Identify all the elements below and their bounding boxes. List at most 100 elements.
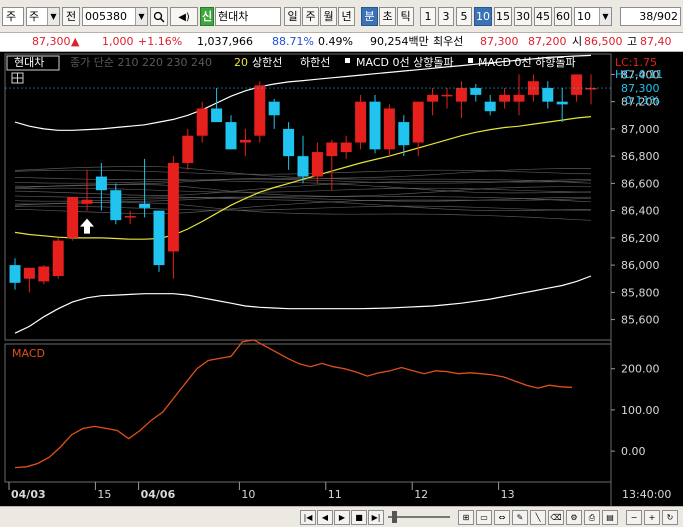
- chart-scrollbar[interactable]: |◀ ◀ ▶ ■ ▶| ⊞ ▭ ⇔ ✎ ╲ ⌫ ⚙ ⎙ ▤ − + ↻: [0, 506, 683, 527]
- candle-body[interactable]: [427, 94, 439, 102]
- candle-body[interactable]: [268, 101, 280, 116]
- layout-button[interactable]: ▭: [476, 510, 492, 525]
- candle-body[interactable]: [211, 108, 223, 123]
- save-button[interactable]: ▤: [602, 510, 618, 525]
- candle-body[interactable]: [38, 266, 50, 282]
- stock-name-field[interactable]: 현대차: [215, 7, 281, 26]
- candle-body[interactable]: [513, 94, 525, 102]
- candle-body[interactable]: [182, 135, 194, 163]
- candle-body[interactable]: [52, 240, 64, 276]
- new-badge[interactable]: 신: [200, 7, 214, 26]
- zoom-out-button[interactable]: −: [626, 510, 642, 525]
- chevron-down-icon[interactable]: ▼: [599, 8, 611, 25]
- interval-value-input[interactable]: 10 ▼: [574, 7, 612, 26]
- turnover-percent: 0.49%: [318, 35, 353, 48]
- stock-code-value: 005380: [85, 10, 127, 23]
- candle-body[interactable]: [124, 216, 136, 218]
- fit-button[interactable]: ⇔: [494, 510, 510, 525]
- market-select[interactable]: 주 ▼: [26, 7, 60, 26]
- tab-period-year[interactable]: 년: [338, 7, 355, 26]
- interval-5[interactable]: 5: [456, 7, 472, 26]
- eraser-button[interactable]: ⌫: [548, 510, 564, 525]
- candle-body[interactable]: [571, 74, 583, 95]
- tab-period-tick[interactable]: 틱: [397, 7, 414, 26]
- reset-view-button[interactable]: ↻: [662, 510, 678, 525]
- print-button[interactable]: ⎙: [584, 510, 600, 525]
- candle-body[interactable]: [340, 142, 352, 153]
- candle-body[interactable]: [383, 108, 395, 150]
- period-button[interactable]: 전: [62, 7, 80, 26]
- candle-body[interactable]: [139, 203, 151, 208]
- scroll-first-button[interactable]: |◀: [300, 510, 316, 525]
- price-axis-label: 86,600: [621, 177, 660, 190]
- candle-body[interactable]: [484, 101, 496, 112]
- high-label: 고: [627, 35, 638, 48]
- interval-60[interactable]: 60: [554, 7, 572, 26]
- chart-canvas[interactable]: 87,40087,20087,00086,80086,60086,40086,2…: [0, 52, 683, 506]
- tab-period-minute[interactable]: 분: [361, 7, 378, 26]
- candle-body[interactable]: [369, 101, 381, 150]
- sound-button[interactable]: ◀): [170, 7, 198, 26]
- tools-button[interactable]: ✎: [512, 510, 528, 525]
- interval-10[interactable]: 10: [474, 7, 492, 26]
- interval-45[interactable]: 45: [534, 7, 552, 26]
- settings-button[interactable]: ⚙: [566, 510, 582, 525]
- candle-body[interactable]: [398, 122, 410, 146]
- chevron-down-icon[interactable]: ▼: [135, 8, 147, 25]
- candle-body[interactable]: [455, 88, 467, 102]
- candle-body[interactable]: [556, 101, 568, 105]
- tab-period-day[interactable]: 일: [284, 7, 301, 26]
- tab-period-week[interactable]: 주: [302, 7, 319, 26]
- draw-line-button[interactable]: ╲: [530, 510, 546, 525]
- time-axis-label: 04/06: [141, 488, 176, 501]
- candle-body[interactable]: [355, 101, 367, 143]
- play-button[interactable]: ▶: [334, 510, 350, 525]
- market-type-select[interactable]: 주: [2, 7, 24, 26]
- candle-body[interactable]: [239, 139, 251, 143]
- candle-body[interactable]: [153, 210, 165, 266]
- chart-area[interactable]: 87,400 87,200 87,000 86,800 86,600 86,400 86,2…: [0, 52, 683, 506]
- candle-body[interactable]: [67, 197, 79, 238]
- interval-30[interactable]: 30: [514, 7, 532, 26]
- candle-body[interactable]: [441, 94, 453, 97]
- interval-3[interactable]: 3: [438, 7, 454, 26]
- candle-body[interactable]: [167, 162, 179, 252]
- candle-body[interactable]: [9, 265, 21, 283]
- tab-period-second[interactable]: 초: [379, 7, 396, 26]
- change-percent: +1.16%: [138, 35, 183, 48]
- candle-body[interactable]: [297, 156, 309, 177]
- market-type-label: 주: [6, 10, 17, 23]
- open-price: 86,500: [584, 35, 623, 48]
- candle-body[interactable]: [95, 176, 107, 191]
- stock-code-input[interactable]: 005380 ▼: [82, 7, 148, 26]
- time-axis-label: 13: [501, 488, 515, 501]
- tab-period-month[interactable]: 월: [320, 7, 337, 26]
- candle-body[interactable]: [311, 152, 323, 177]
- interval-15[interactable]: 15: [494, 7, 512, 26]
- macd-panel-frame: [4, 343, 612, 483]
- scroll-prev-button[interactable]: ◀: [317, 510, 333, 525]
- candle-body[interactable]: [110, 190, 122, 221]
- candle-body[interactable]: [81, 199, 93, 204]
- time-axis-label: 12: [414, 488, 428, 501]
- candle-body[interactable]: [412, 101, 424, 143]
- candle-body[interactable]: [23, 267, 35, 279]
- buy-signal-arrow-icon[interactable]: [80, 218, 94, 234]
- chevron-down-icon[interactable]: ▼: [47, 8, 59, 25]
- scroll-slider-thumb[interactable]: [392, 511, 397, 523]
- candle-body[interactable]: [283, 128, 295, 157]
- scroll-slider-track[interactable]: [388, 516, 450, 518]
- candle-body[interactable]: [225, 122, 237, 150]
- candle-body[interactable]: [499, 94, 511, 102]
- candle-body[interactable]: [470, 88, 482, 95]
- zoom-in-button[interactable]: +: [644, 510, 660, 525]
- scroll-next-button[interactable]: ▶|: [368, 510, 384, 525]
- search-button[interactable]: [150, 7, 168, 26]
- candle-body[interactable]: [542, 88, 554, 102]
- stop-button[interactable]: ■: [351, 510, 367, 525]
- candle-body[interactable]: [254, 85, 266, 136]
- candle-body[interactable]: [326, 142, 338, 157]
- candle-body[interactable]: [196, 108, 208, 136]
- zoom-button[interactable]: ⊞: [458, 510, 474, 525]
- interval-1[interactable]: 1: [420, 7, 436, 26]
